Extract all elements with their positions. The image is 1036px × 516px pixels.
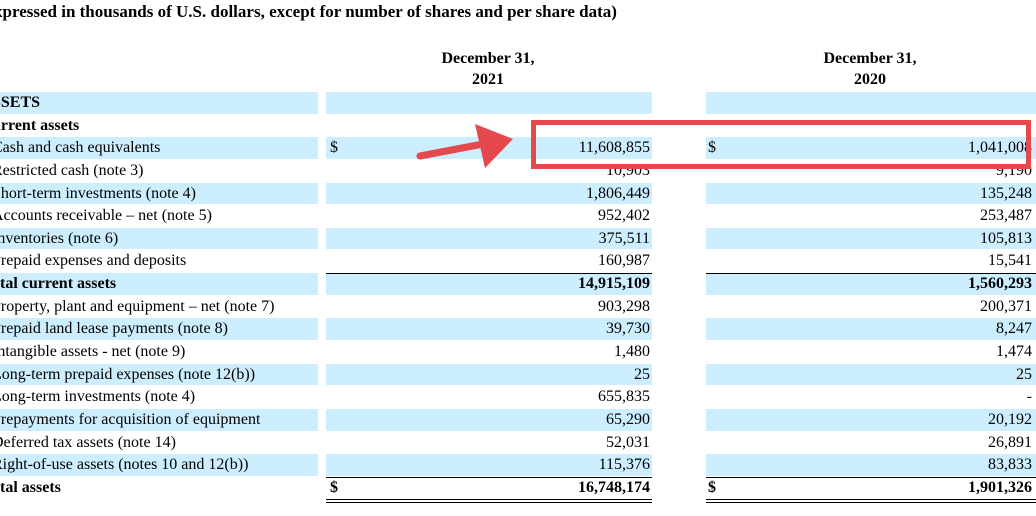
value-2021: 52,031 — [606, 433, 650, 451]
row-label: Restricted cash (note 3) — [0, 161, 144, 179]
table-row: otal current assets 14,915,109 1,560,293 — [0, 273, 1036, 296]
value-2020: 135,248 — [980, 184, 1032, 202]
value-2021: 1,480 — [614, 343, 650, 361]
column-header-2021: December 31, 2021 — [408, 48, 568, 90]
value-2020: 8,247 — [996, 320, 1032, 338]
table-row: Long-term investments (note 4) 655,835 - — [0, 386, 1036, 409]
column-header-2020: December 31, 2020 — [790, 48, 950, 90]
total-rule-double-2021 — [326, 501, 652, 503]
highlight-box — [531, 120, 1031, 169]
column-header-2021-year: 2021 — [472, 71, 504, 88]
value-2021: 39,730 — [606, 320, 650, 338]
value-2020: 20,192 — [988, 410, 1032, 428]
value-2020: 25 — [1016, 365, 1032, 383]
total-rule-bottom-2021 — [326, 498, 652, 500]
row-label: Inventories (note 6) — [0, 229, 119, 247]
total-rule-top-2021 — [326, 477, 652, 479]
row-label: Intangible assets - net (note 9) — [0, 343, 186, 361]
row-label: otal current assets — [0, 275, 117, 293]
value-2021: 655,835 — [598, 388, 650, 406]
value-2020: - — [1026, 388, 1032, 406]
table-row: Accounts receivable – net (note 5) 952,40… — [0, 205, 1036, 228]
subtotal-rule-2020 — [706, 273, 1036, 275]
row-label: Right-of-use assets (notes 10 and 12(b)) — [0, 456, 249, 474]
column-header-2020-year: 2020 — [854, 71, 886, 88]
row-label: Long-term prepaid expenses (note 12(b)) — [0, 365, 256, 383]
row-shading — [326, 92, 652, 114]
table-row: Inventories (note 6) 375,511 105,813 — [0, 227, 1036, 251]
table-row: Property, plant and equipment – net (not… — [0, 296, 1036, 319]
column-header-2020-date: December 31, — [823, 50, 917, 67]
statement-caption: xpressed in thousands of U.S. dollars, e… — [0, 2, 617, 21]
table-row: otal assets $16,748,174 $1,901,326 — [0, 477, 1036, 500]
table-row: Right-of-use assets (notes 10 and 12(b))… — [0, 454, 1036, 477]
row-label: Accounts receivable – net (note 5) — [0, 207, 212, 225]
value-2020: 1,901,326 — [968, 478, 1032, 496]
value-2021: 16,748,174 — [578, 478, 650, 496]
value-2020: 83,833 — [988, 456, 1032, 474]
value-2021: 25 — [634, 365, 650, 383]
total-rule-bottom-2020 — [706, 498, 1036, 500]
row-label: Short-term investments (note 4) — [0, 184, 196, 202]
value-2021: 14,915,109 — [578, 275, 650, 293]
table-row: Short-term investments (note 4) 1,806,449… — [0, 182, 1036, 206]
value-2020: 200,371 — [980, 297, 1032, 315]
value-2020: 26,891 — [988, 433, 1032, 451]
row-label: Long-term investments (note 4) — [0, 388, 196, 406]
row-shading — [326, 363, 652, 386]
subtotal-rule-2021 — [326, 273, 652, 275]
value-2020: 105,813 — [980, 229, 1032, 247]
row-label: Property, plant and equipment – net (not… — [0, 297, 275, 315]
value-2020: 15,541 — [988, 252, 1032, 270]
value-2021: 903,298 — [598, 297, 650, 315]
row-label: SSETS — [0, 94, 41, 111]
table-row: Prepaid expenses and deposits 160,987 15,5… — [0, 250, 1036, 273]
row-label: Cash and cash equivalents — [0, 139, 161, 157]
value-2021: 115,376 — [598, 456, 650, 474]
dollar-sign-2020: $ — [708, 478, 716, 496]
table-row: Prepaid land lease payments (note 8) 39,7… — [0, 318, 1036, 341]
total-rule-double-2020 — [706, 501, 1036, 503]
row-label: otal assets — [0, 478, 61, 496]
row-shading — [706, 92, 1036, 114]
table-row: SSETS — [0, 92, 1036, 115]
row-shading — [326, 408, 652, 431]
value-2020: 253,487 — [980, 207, 1032, 225]
row-label: Prepayments for acquisition of equipment — [0, 410, 261, 428]
value-2021: 65,290 — [606, 410, 650, 428]
dollar-sign-2021: $ — [330, 478, 338, 496]
row-shading — [0, 92, 318, 114]
value-2021: 160,987 — [598, 252, 650, 270]
row-shading — [706, 454, 1036, 476]
row-label: Prepaid land lease payments (note 8) — [0, 320, 228, 338]
column-header-2021-date: December 31, — [441, 50, 535, 67]
table-row: Prepayments for acquisition of equipment… — [0, 408, 1036, 432]
arrow-icon — [416, 124, 513, 168]
row-label: urrent assets — [0, 116, 80, 134]
row-shading — [326, 318, 652, 341]
value-2021: 952,402 — [598, 207, 650, 225]
row-label: Prepaid expenses and deposits — [0, 252, 187, 270]
value-2020: 1,560,293 — [968, 275, 1032, 293]
table-row: Intangible assets - net (note 9) 1,480 1,4… — [0, 341, 1036, 364]
value-2021: 375,511 — [598, 229, 650, 247]
table-row: Deferred tax assets (note 14) 52,031 26,89… — [0, 432, 1036, 455]
value-2021: 1,806,449 — [586, 184, 650, 202]
row-shading — [706, 408, 1036, 431]
row-shading — [706, 318, 1036, 341]
dollar-sign-2021: $ — [330, 139, 338, 157]
total-rule-top-2020 — [706, 477, 1036, 479]
table-row: Long-term prepaid expenses (note 12(b)) 2… — [0, 363, 1036, 387]
row-label: Deferred tax assets (note 14) — [0, 433, 176, 451]
value-2020: 1,474 — [996, 343, 1032, 361]
row-shading — [706, 363, 1036, 386]
